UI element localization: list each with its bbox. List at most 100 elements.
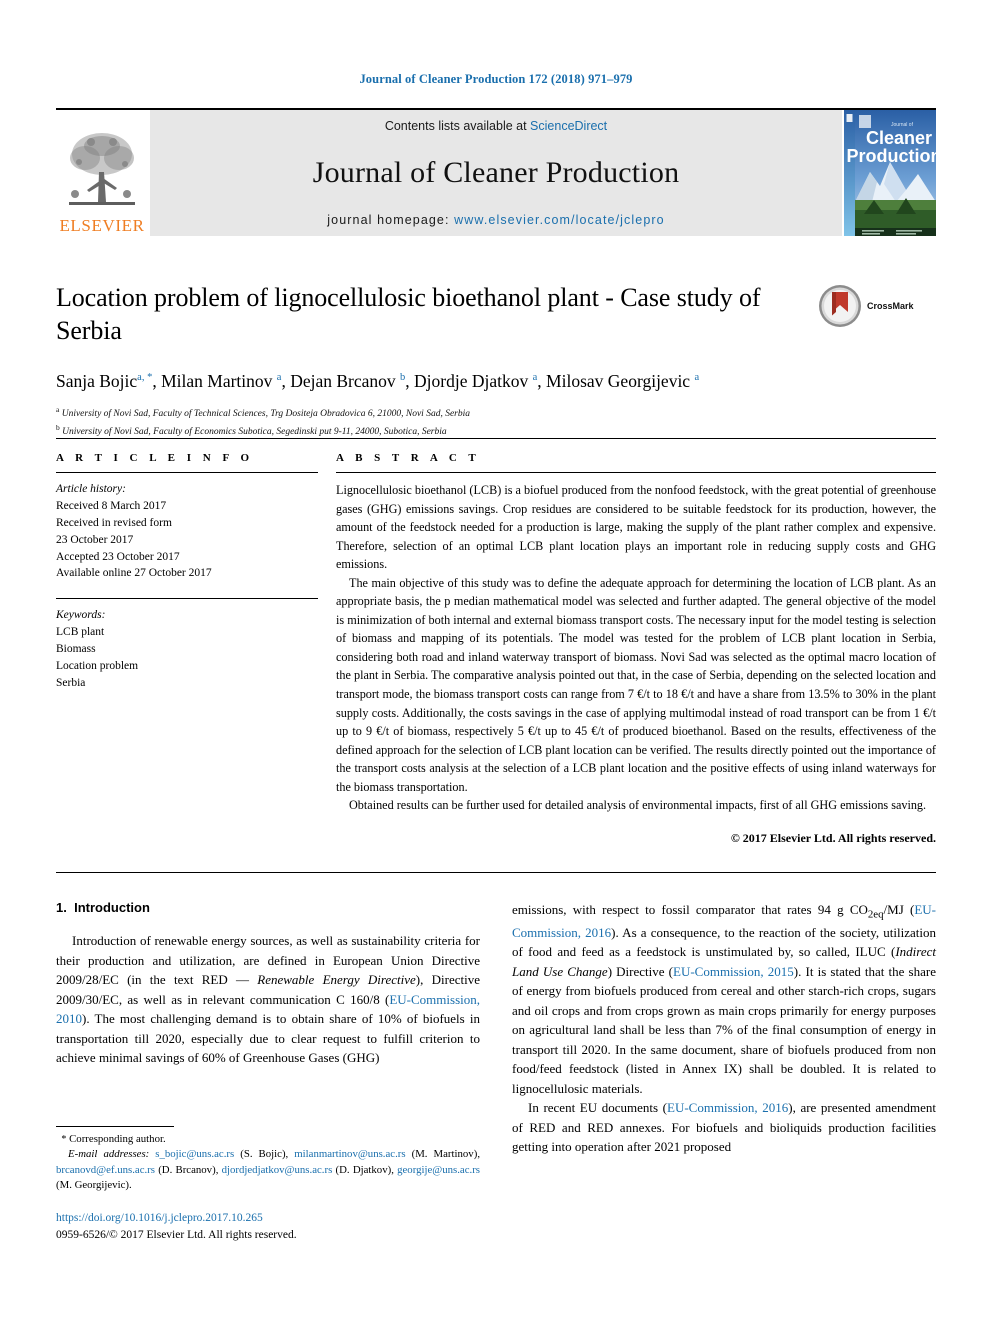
- text-run: ) Directive (: [607, 963, 673, 979]
- text-run: ). It is stated that the share of energy…: [512, 963, 936, 1096]
- body-columns: 1. Introduction Introduction of renewabl…: [56, 900, 936, 1157]
- author-marks: b: [400, 371, 406, 383]
- citation-link[interactable]: EU-Commission, 2015: [673, 964, 794, 979]
- introduction-left-text: Introduction of renewable energy sources…: [56, 931, 480, 1068]
- body-paragraph: In recent EU documents (EU-Commission, 2…: [512, 1098, 936, 1157]
- corresponding-author-note: * Corresponding author.: [56, 1132, 480, 1147]
- affiliation-item: b University of Novi Sad, Faculty of Eco…: [56, 422, 936, 439]
- issn-copyright-line: 0959-6526/© 2017 Elsevier Ltd. All right…: [56, 1229, 297, 1242]
- author-marks: a: [276, 371, 282, 383]
- body-paragraph: emissions, with respect to fossil compar…: [512, 900, 936, 1098]
- author-name: Milan Martinov: [161, 370, 273, 391]
- author-marks: a, *: [137, 371, 153, 383]
- citation-link[interactable]: EU-Commission, 2016: [667, 1100, 788, 1115]
- sciencedirect-link[interactable]: ScienceDirect: [530, 119, 607, 133]
- history-item: Accepted 23 October 2017: [56, 550, 180, 563]
- text-run: /MJ (: [883, 902, 915, 917]
- page-title: Location problem of lignocellulosic bioe…: [56, 283, 761, 345]
- abstract-rule: [336, 472, 936, 473]
- elsevier-logo: ELSEVIER: [56, 110, 148, 236]
- running-head: Journal of Cleaner Production 172 (2018)…: [359, 72, 633, 86]
- crossmark-icon: [819, 285, 861, 327]
- keyword-item: Biomass: [56, 643, 96, 656]
- contents-prefix: Contents lists available at: [384, 119, 531, 133]
- abstract-paragraph: The main objective of this study was to …: [336, 575, 936, 794]
- introduction-right-text: emissions, with respect to fossil compar…: [512, 900, 936, 1157]
- keyword-item: Serbia: [56, 676, 86, 689]
- affiliation-text: University of Novi Sad, Faculty of Techn…: [61, 409, 470, 420]
- author-marks: a: [694, 371, 700, 383]
- svg-text:Production: Production: [847, 146, 937, 166]
- info-abstract-section: A R T I C L E I N F O Article history: R…: [56, 452, 936, 846]
- elsevier-wordmark: ELSEVIER: [59, 216, 145, 235]
- abstract-heading: A B S T R A C T: [336, 452, 481, 464]
- corresponding-author-label: Corresponding author.: [69, 1133, 166, 1145]
- journal-cover-thumbnail: Journal of Cleaner Production: [844, 110, 936, 236]
- introduction-heading: 1. Introduction: [56, 900, 480, 915]
- author-name: Dejan Brcanov: [290, 370, 396, 391]
- email-person: (M. Martinov): [411, 1148, 478, 1161]
- abstract-column: A B S T R A C T Lignocellulosic bioethan…: [336, 452, 936, 846]
- asterisk-icon: *: [61, 1134, 67, 1145]
- homepage-prefix: journal homepage:: [327, 213, 455, 227]
- email-person: (M. Georgijevic): [56, 1178, 129, 1191]
- email-label: E-mail addresses:: [68, 1148, 150, 1161]
- email-addresses-note: E-mail addresses: s_bojic@uns.ac.rs (S. …: [56, 1148, 481, 1191]
- email-link[interactable]: brcanovd@ef.uns.ac.rs: [56, 1164, 155, 1176]
- keywords-label: Keywords:: [56, 609, 106, 622]
- abstract-bottom-divider: [56, 872, 936, 873]
- affiliation-list: a University of Novi Sad, Faculty of Tec…: [56, 404, 936, 439]
- keyword-item: Location problem: [56, 660, 139, 673]
- abstract-paragraph: Lignocellulosic bioethanol (LCB) is a bi…: [336, 483, 936, 572]
- author-name: Djordje Djatkov: [414, 370, 529, 391]
- elsevier-tree-icon: [69, 133, 135, 205]
- body-column-left: 1. Introduction Introduction of renewabl…: [56, 900, 480, 1157]
- homepage-url-link[interactable]: www.elsevier.com/locate/jclepro: [454, 213, 665, 227]
- email-link[interactable]: s_bojic@uns.ac.rs: [155, 1148, 234, 1160]
- email-link[interactable]: djordjedjatkov@uns.ac.rs: [222, 1164, 333, 1176]
- contents-list-line: Contents lists available at ScienceDirec…: [385, 119, 607, 133]
- article-info-heading: A R T I C L E I N F O: [56, 452, 254, 464]
- author-marks: a: [532, 371, 538, 383]
- history-item: Available online 27 October 2017: [56, 567, 212, 580]
- text-run: emissions, with respect to fossil compar…: [512, 902, 868, 917]
- keywords-block: Keywords: LCB plant Biomass Location pro…: [56, 607, 318, 691]
- article-history-label: Article history:: [56, 483, 126, 495]
- footnote-text: * Corresponding author. E-mail addresses…: [56, 1132, 480, 1193]
- doi-block: https://doi.org/10.1016/j.jclepro.2017.1…: [56, 1210, 480, 1245]
- journal-cover-art: Journal of Cleaner Production: [844, 110, 936, 236]
- crossmark-badge[interactable]: CrossMark: [818, 282, 936, 328]
- email-link[interactable]: milanmartinov@uns.ac.rs: [294, 1148, 405, 1160]
- keyword-item: LCB plant: [56, 626, 105, 639]
- author-name: Sanja Bojic: [56, 370, 138, 391]
- abstract-paragraph: Obtained results can be further used for…: [349, 798, 927, 813]
- affiliation-mark: a: [56, 405, 60, 415]
- affiliation-item: a University of Novi Sad, Faculty of Tec…: [56, 404, 936, 421]
- footnote-rule: [56, 1126, 174, 1127]
- section-number: 1.: [56, 900, 67, 915]
- article-history-block: Article history: Received 8 March 2017 R…: [56, 481, 318, 582]
- email-person: (D. Djatkov): [335, 1163, 392, 1176]
- affiliation-text: University of Novi Sad, Faculty of Econo…: [62, 426, 447, 437]
- section-label: Introduction: [74, 900, 150, 915]
- article-info-rule: [56, 472, 318, 473]
- body-column-right: emissions, with respect to fossil compar…: [512, 900, 936, 1157]
- email-link[interactable]: georgije@uns.ac.rs: [397, 1164, 480, 1176]
- history-item: 23 October 2017: [56, 533, 134, 546]
- affiliation-mark: b: [56, 422, 60, 432]
- body-paragraph: Introduction of renewable energy sources…: [56, 931, 480, 1068]
- copyright-notice: © 2017 Elsevier Ltd. All rights reserved…: [730, 830, 936, 845]
- header-divider: [56, 438, 936, 439]
- journal-masthead: ELSEVIER Contents lists available at Sci…: [56, 108, 936, 236]
- footnote-block: * Corresponding author. E-mail addresses…: [56, 1126, 480, 1193]
- article-info-column: A R T I C L E I N F O Article history: R…: [56, 452, 336, 846]
- journal-homepage-line: journal homepage: www.elsevier.com/locat…: [327, 213, 664, 227]
- title-area: Location problem of lignocellulosic bioe…: [56, 282, 936, 439]
- crossmark-label: CrossMark: [867, 301, 914, 311]
- email-person: (D. Brcanov): [158, 1163, 216, 1176]
- doi-link[interactable]: https://doi.org/10.1016/j.jclepro.2017.1…: [56, 1210, 480, 1227]
- history-item: Received in revised form: [56, 516, 172, 529]
- svg-text:Cleaner: Cleaner: [866, 128, 932, 148]
- masthead-center: Contents lists available at ScienceDirec…: [150, 110, 842, 236]
- text-run: ). The most challenging demand is to obt…: [56, 1011, 480, 1065]
